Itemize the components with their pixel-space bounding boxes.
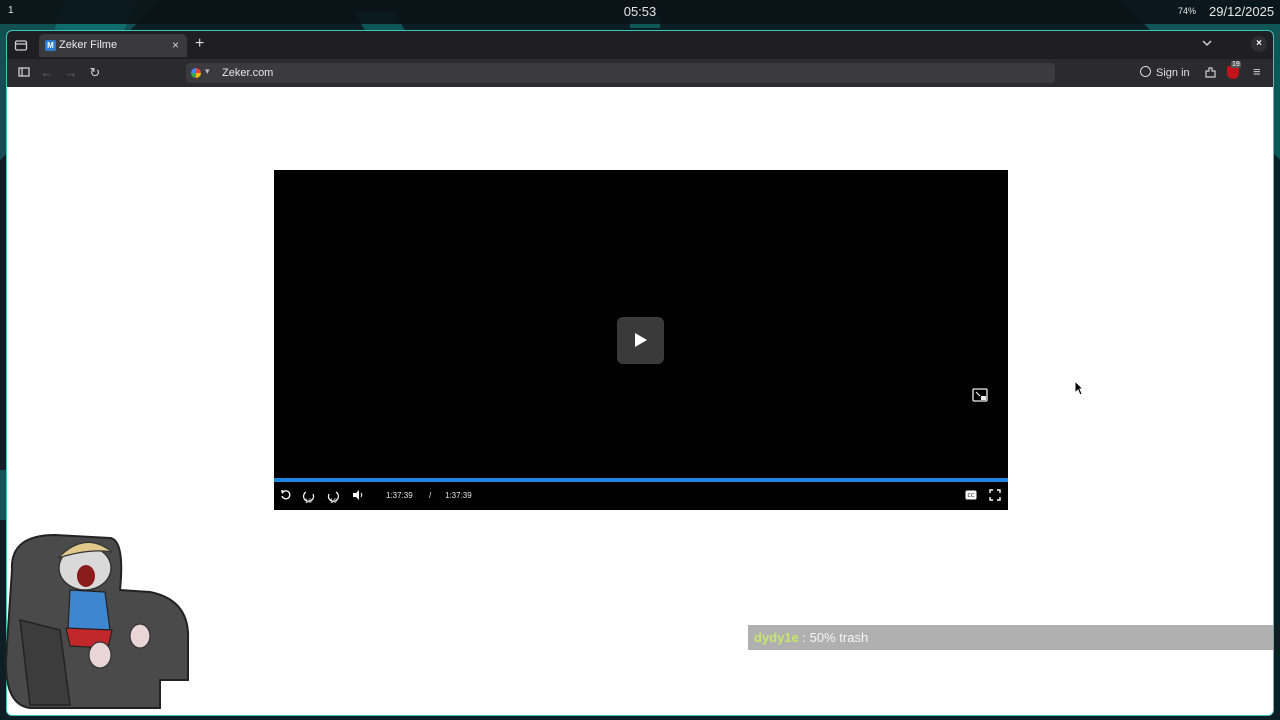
- top-panel: 1 05:53 74% 29/12/2025: [0, 0, 1280, 24]
- browser-window: M Zeker Filme × + × ← → ↻ ▾ Zeker.com Si…: [6, 30, 1274, 716]
- site-favicon-icon: M: [45, 40, 56, 51]
- skip-back-label: 10: [305, 499, 312, 505]
- mouse-cursor-icon: [1074, 379, 1085, 401]
- navigation-toolbar: ← → ↻ ▾ Zeker.com Sign in 19 ≡: [7, 59, 1273, 87]
- current-time: 1:37:39: [386, 491, 413, 500]
- new-tab-button[interactable]: +: [195, 35, 204, 53]
- extensions-icon[interactable]: [1203, 65, 1217, 79]
- chat-username: dydy1e: [754, 630, 799, 645]
- close-window-button[interactable]: ×: [1251, 36, 1267, 52]
- skip-forward-icon[interactable]: 10: [326, 489, 340, 505]
- skip-forward-label: 10: [330, 499, 337, 505]
- tab-title: Zeker Filme: [59, 39, 118, 51]
- fullscreen-icon[interactable]: [988, 489, 1002, 503]
- date[interactable]: 29/12/2025: [1209, 4, 1274, 19]
- sidebar-toggle-icon[interactable]: [16, 65, 32, 81]
- clock[interactable]: 05:53: [0, 4, 1280, 19]
- tab-list-chevron-icon[interactable]: [1200, 36, 1214, 50]
- battery-level[interactable]: 74%: [1178, 6, 1196, 16]
- duration: 1:37:39: [445, 491, 472, 500]
- back-button[interactable]: ←: [39, 65, 55, 81]
- menu-button[interactable]: ≡: [1253, 64, 1261, 79]
- sign-in-button[interactable]: Sign in: [1140, 66, 1190, 79]
- ublock-count-badge: 19: [1231, 61, 1241, 68]
- play-icon: [635, 333, 647, 347]
- player-controls: 10 10 1:37:39 / 1:37:39 CC: [274, 482, 1008, 510]
- replay-icon[interactable]: [279, 489, 293, 503]
- time-separator: /: [429, 491, 432, 500]
- close-tab-icon[interactable]: ×: [172, 38, 179, 52]
- sign-in-label: Sign in: [1156, 67, 1190, 79]
- chat-message: dydy1e : 50% trash: [748, 625, 1274, 650]
- forward-button[interactable]: →: [63, 65, 79, 81]
- chat-separator: :: [798, 630, 810, 645]
- page-content: 10 10 1:37:39 / 1:37:39 CC: [7, 87, 1273, 715]
- volume-icon[interactable]: [351, 489, 365, 503]
- chat-text: 50% trash: [809, 630, 869, 645]
- tab-bar: M Zeker Filme × + ×: [7, 31, 1273, 59]
- tab-overview-icon[interactable]: [14, 38, 28, 52]
- reload-button[interactable]: ↻: [87, 65, 103, 81]
- tab-zeker-filme[interactable]: M Zeker Filme ×: [39, 34, 187, 57]
- svg-text:CC: CC: [968, 493, 975, 499]
- account-icon: [1140, 66, 1151, 77]
- skip-back-icon[interactable]: 10: [302, 489, 316, 505]
- captions-icon[interactable]: CC: [964, 489, 978, 503]
- picture-in-picture-icon[interactable]: [972, 388, 988, 402]
- chevron-down-icon[interactable]: ▾: [205, 66, 210, 77]
- address-bar[interactable]: ▾ Zeker.com: [186, 63, 1055, 83]
- video-player[interactable]: 10 10 1:37:39 / 1:37:39 CC: [274, 170, 1008, 510]
- play-button[interactable]: [617, 317, 664, 364]
- site-info-icon[interactable]: [191, 68, 201, 78]
- raccoon-mascot-image: [0, 530, 195, 715]
- url-text[interactable]: Zeker.com: [222, 67, 273, 79]
